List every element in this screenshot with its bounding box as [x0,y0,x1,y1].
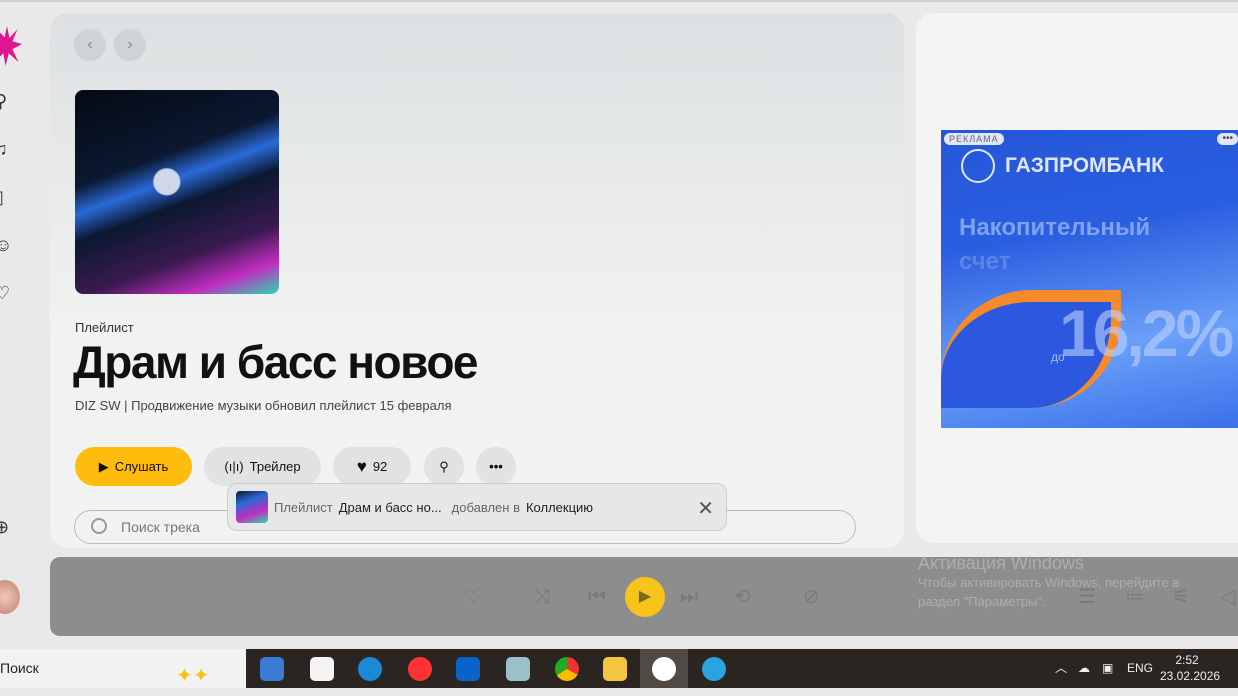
yandex-music-icon[interactable] [652,657,676,681]
tray-expand-icon[interactable]: ︿ [1055,649,1067,688]
like-button[interactable]: ♥ 92 [333,447,411,486]
globe-icon[interactable]: ⊕ [0,516,16,538]
taskbar-search[interactable]: Поиск ✦✦ [0,649,246,688]
play-icon: ▶ [98,458,109,474]
book-icon[interactable]: ▯ [0,186,16,208]
back-button[interactable]: ‹ [74,29,106,61]
bank-logo-icon [961,149,995,183]
volume-icon[interactable]: ◁ [1220,587,1235,607]
ad-banner[interactable]: РЕКЛАМА ••• ГАЗПРОМБАНК Накопительный сч… [941,130,1238,428]
more-icon: ••• [489,459,503,474]
search-icon[interactable]: ⚲ [0,90,16,112]
toast-prefix: Плейлист [274,499,333,515]
playlist-subtitle[interactable]: DIZ SW | Продвижение музыки обновил плей… [75,398,452,413]
listen-label: Слушать [114,459,169,474]
page-title: Драм и басс новое [73,336,479,388]
watermark-line-1: Чтобы активировать Windows, перейдите в [918,575,1180,590]
ad-rate: 16,2% [1059,296,1234,370]
toast-collection-link[interactable]: Коллекцию [526,500,593,515]
repeat-icon[interactable]: ⟲ [734,587,751,607]
kids-icon[interactable]: ☺ [0,234,16,256]
like-count: 92 [372,459,388,474]
forward-button[interactable]: › [114,29,146,61]
taskbar: Поиск ✦✦ ︿ ☁ ▣ ENG 2:52 23.02.2026 [0,649,1238,688]
dislike-icon[interactable]: ⊘ [803,587,820,607]
ad-menu-button[interactable]: ••• [1217,133,1238,145]
ad-brand-name: ГАЗПРОМБАНК [1005,154,1164,177]
edge-icon[interactable] [358,657,382,681]
onedrive-off-icon[interactable]: ☁ [1078,649,1090,688]
toast-middle: добавлен в [451,499,520,515]
ad-label: РЕКЛАМА [944,133,1004,145]
heart-collection-icon[interactable]: ♡ [0,282,16,304]
playlist-page: ‹ › Плейлист Драм и басс новое DIZ SW | … [50,13,904,548]
file-explorer-icon[interactable] [603,657,627,681]
outlook-icon[interactable] [456,657,480,681]
app-logo-icon[interactable] [0,26,22,66]
previous-icon[interactable]: ⏮ [588,587,606,607]
next-icon[interactable]: ⏭ [680,587,698,607]
listen-button[interactable]: ▶ Слушать [75,447,192,486]
trailer-button[interactable]: (ı|ı) Трейлер [204,447,321,486]
sidebar: ⚲ ♫ ▯ ☺ ♡ ⊕ [0,2,40,648]
window-border [0,0,1238,2]
playlist-cover [75,90,279,294]
trailer-label: Трейлер [249,459,301,474]
telegram-icon[interactable] [702,657,726,681]
toast-thumbnail [236,491,268,523]
pin-icon: ⚲ [439,458,449,474]
shuffle-icon[interactable]: ⤨ [534,587,550,607]
windows-activation-watermark: Активация Windows Чтобы активировать Win… [918,554,1179,611]
ad-brand: ГАЗПРОМБАНК [961,149,1164,183]
avatar[interactable] [0,580,20,614]
toast-playlist-name[interactable]: Драм и басс но... [339,500,442,515]
taskbar-search-label: Поиск [0,660,39,676]
watermark-title: Активация Windows [918,553,1084,573]
search-icon [91,518,107,534]
store-icon[interactable] [310,657,334,681]
language-indicator[interactable]: ENG [1127,649,1153,688]
more-button[interactable]: ••• [476,447,516,486]
waveform-icon: (ı|ı) [224,459,244,474]
ad-headline-1: Накопительный [959,214,1151,241]
ad-headline-2: счет [959,248,1011,275]
watermark-line-2: раздел "Параметры". [918,594,1046,609]
close-icon[interactable]: ✕ [697,496,714,521]
clock-date: 23.02.2026 [1160,669,1221,683]
yandex-icon[interactable] [408,657,432,681]
sparkle-icon: ✦✦ [176,665,210,687]
notification-toast: Плейлист Драм и басс но... добавлен в Ко… [227,483,727,531]
playlist-type: Плейлист [75,320,134,335]
like-track-icon[interactable]: ♡ [465,587,483,607]
heart-icon: ♥ [356,456,367,476]
play-button[interactable]: ▶ [625,577,665,617]
pin-button[interactable]: ⚲ [424,447,464,486]
camera-icon[interactable]: ▣ [1102,649,1113,688]
notepad-icon[interactable] [506,657,530,681]
media-player-icon[interactable] [260,657,284,681]
music-note-icon[interactable]: ♫ [0,138,16,160]
clock-time: 2:52 [1175,653,1199,667]
clock[interactable]: 2:52 23.02.2026 [1160,652,1221,684]
chrome-icon[interactable] [555,657,579,681]
